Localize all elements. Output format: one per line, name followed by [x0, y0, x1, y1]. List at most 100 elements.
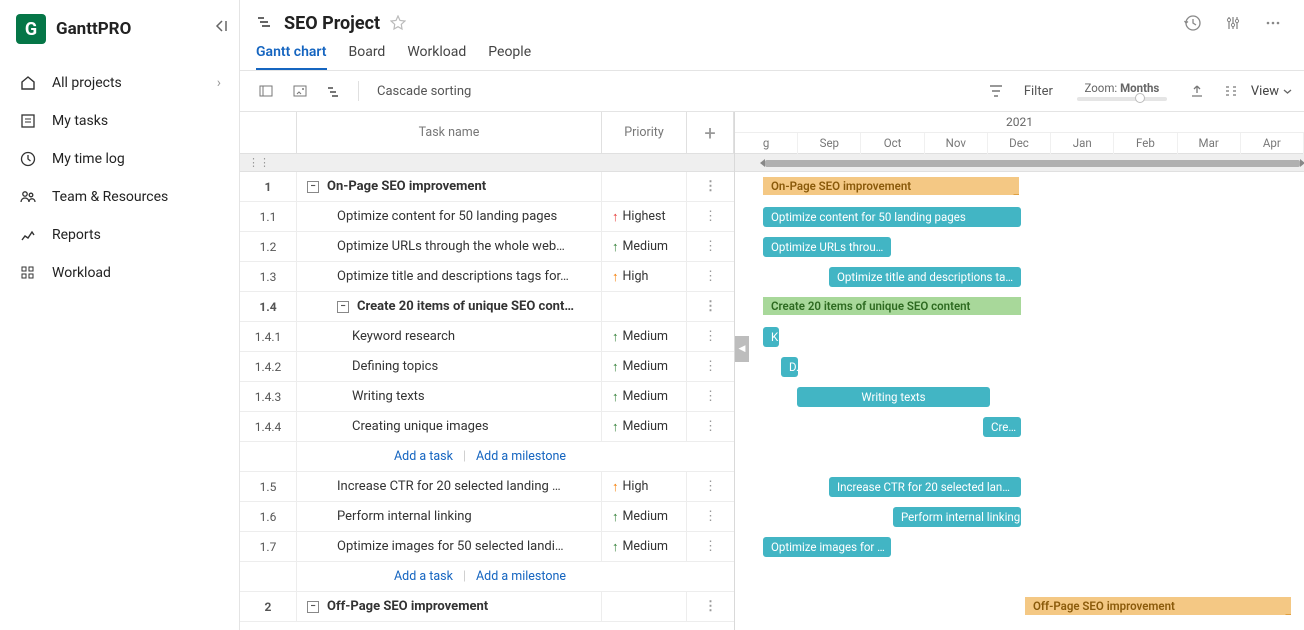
tab-gantt-chart[interactable]: Gantt chart [256, 44, 327, 70]
priority-cell[interactable]: ↑Medium [602, 322, 687, 351]
priority-cell[interactable]: ↑Medium [602, 502, 687, 531]
gantt-bar[interactable]: Optimize title and descriptions ta… [829, 267, 1021, 287]
collapse-grid-handle[interactable]: ◀ [735, 336, 749, 362]
gantt-bar[interactable]: D. [781, 357, 798, 377]
task-name-cell[interactable]: Optimize images for 50 selected landi… [297, 532, 602, 561]
task-name-cell[interactable]: Optimize URLs through the whole web… [297, 232, 602, 261]
row-menu-icon[interactable]: ⋮ [687, 352, 734, 381]
collapse-toggle[interactable]: − [307, 181, 319, 193]
collapse-toggle[interactable]: − [337, 301, 349, 313]
nav-item-my-tasks[interactable]: My tasks [0, 102, 239, 140]
task-row[interactable]: 1.4.1Keyword research↑Medium⋮ [240, 322, 734, 352]
priority-cell[interactable]: ↑Medium [602, 352, 687, 381]
task-row[interactable]: 2−Off-Page SEO improvement⋮ [240, 592, 734, 622]
more-icon[interactable] [1258, 10, 1288, 36]
row-menu-icon[interactable]: ⋮ [687, 472, 734, 501]
row-menu-icon[interactable]: ⋮ [687, 292, 734, 321]
row-menu-icon[interactable]: ⋮ [687, 322, 734, 351]
task-row[interactable]: 1.1Optimize content for 50 landing pages… [240, 202, 734, 232]
gantt-bar[interactable]: Off-Page SEO improvement [1025, 597, 1291, 615]
task-name-cell[interactable]: Optimize title and descriptions tags for… [297, 262, 602, 291]
filter-icon[interactable] [982, 77, 1010, 105]
history-icon[interactable] [1178, 10, 1208, 36]
row-menu-icon[interactable]: ⋮ [687, 592, 734, 621]
task-row[interactable]: 1.7Optimize images for 50 selected landi… [240, 532, 734, 562]
gantt-bar[interactable]: Cre… [983, 417, 1021, 437]
gantt-bar[interactable]: Optimize content for 50 landing pages [763, 207, 1021, 227]
gantt-bar[interactable]: On-Page SEO improvement [763, 177, 1019, 195]
task-name-cell[interactable]: Keyword research [297, 322, 602, 351]
row-menu-icon[interactable]: ⋮ [687, 172, 734, 201]
nav-item-workload[interactable]: Workload [0, 254, 239, 292]
priority-cell[interactable]: ↑Medium [602, 382, 687, 411]
priority-cell[interactable] [602, 172, 687, 201]
task-name-cell[interactable]: Defining topics [297, 352, 602, 381]
add-milestone-link[interactable]: Add a milestone [476, 449, 566, 464]
nav-item-reports[interactable]: Reports [0, 216, 239, 254]
collapse-toggle[interactable]: − [307, 601, 319, 613]
settings-icon[interactable] [1218, 10, 1248, 36]
task-row[interactable]: 1.4−Create 20 items of unique SEO cont…⋮ [240, 292, 734, 322]
gantt-bar[interactable]: Perform internal linking [893, 507, 1021, 527]
baseline-icon[interactable] [1217, 77, 1245, 105]
zoom-control[interactable]: Zoom: Months [1077, 81, 1167, 101]
task-name-cell[interactable]: −On-Page SEO improvement [297, 172, 602, 201]
task-row[interactable]: 1.4.2Defining topics↑Medium⋮ [240, 352, 734, 382]
row-menu-icon[interactable]: ⋮ [687, 412, 734, 441]
priority-cell[interactable] [602, 292, 687, 321]
priority-cell[interactable]: ↑Medium [602, 232, 687, 261]
task-name-cell[interactable]: Creating unique images [297, 412, 602, 441]
add-milestone-link[interactable]: Add a milestone [476, 569, 566, 584]
tab-workload[interactable]: Workload [407, 44, 466, 70]
tab-board[interactable]: Board [349, 44, 386, 70]
view-button[interactable]: View [1251, 84, 1292, 99]
nav-item-my-time-log[interactable]: My time log [0, 140, 239, 178]
task-name-cell[interactable]: Writing texts [297, 382, 602, 411]
add-task-link[interactable]: Add a task [394, 449, 453, 464]
row-menu-icon[interactable]: ⋮ [687, 232, 734, 261]
row-menu-icon[interactable]: ⋮ [687, 532, 734, 561]
priority-cell[interactable]: ↑High [602, 472, 687, 501]
add-column-button[interactable]: + [687, 112, 734, 153]
task-row[interactable]: 1.4.3Writing texts↑Medium⋮ [240, 382, 734, 412]
gantt-bar[interactable]: K. [763, 327, 779, 347]
task-name-cell[interactable]: Perform internal linking [297, 502, 602, 531]
toolbar-btn-1[interactable] [252, 77, 280, 105]
gantt-bar[interactable]: Increase CTR for 20 selected lan… [829, 477, 1021, 497]
gantt-bar[interactable]: Optimize images for … [763, 537, 891, 557]
gantt-bar[interactable]: Writing texts [797, 387, 990, 407]
task-name-cell[interactable]: Increase CTR for 20 selected landing … [297, 472, 602, 501]
priority-cell[interactable]: ↑Medium [602, 532, 687, 561]
task-name-cell[interactable]: −Off-Page SEO improvement [297, 592, 602, 621]
task-row[interactable]: 1.6Perform internal linking↑Medium⋮ [240, 502, 734, 532]
drag-handle-row[interactable]: ⋮⋮ [240, 154, 734, 172]
toolbar-btn-2[interactable] [286, 77, 314, 105]
row-menu-icon[interactable]: ⋮ [687, 382, 734, 411]
export-icon[interactable] [1183, 77, 1211, 105]
filter-button[interactable]: Filter [1016, 84, 1061, 99]
nav-item-all-projects[interactable]: All projects› [0, 64, 239, 102]
row-menu-icon[interactable]: ⋮ [687, 262, 734, 291]
favorite-star-icon[interactable] [390, 15, 406, 31]
priority-cell[interactable]: ↑Highest [602, 202, 687, 231]
nav-item-team-resources[interactable]: Team & Resources [0, 178, 239, 216]
task-name-cell[interactable]: Optimize content for 50 landing pages [297, 202, 602, 231]
task-name-cell[interactable]: −Create 20 items of unique SEO cont… [297, 292, 602, 321]
timeline-scrollbar[interactable] [765, 160, 1300, 167]
task-row[interactable]: 1.5Increase CTR for 20 selected landing … [240, 472, 734, 502]
tab-people[interactable]: People [488, 44, 531, 70]
gantt-bar[interactable]: Optimize URLs throu… [763, 237, 891, 257]
task-row[interactable]: 1.3Optimize title and descriptions tags … [240, 262, 734, 292]
toolbar-btn-3[interactable] [320, 77, 348, 105]
priority-cell[interactable]: ↑High [602, 262, 687, 291]
cascade-sorting-button[interactable]: Cascade sorting [369, 84, 479, 99]
priority-cell[interactable] [602, 592, 687, 621]
add-task-link[interactable]: Add a task [394, 569, 453, 584]
gantt-bar[interactable]: Create 20 items of unique SEO content [763, 297, 1021, 315]
collapse-sidebar-icon[interactable] [213, 18, 229, 34]
row-menu-icon[interactable]: ⋮ [687, 502, 734, 531]
priority-cell[interactable]: ↑Medium [602, 412, 687, 441]
task-row[interactable]: 1.4.4Creating unique images↑Medium⋮ [240, 412, 734, 442]
task-row[interactable]: 1−On-Page SEO improvement⋮ [240, 172, 734, 202]
task-row[interactable]: 1.2Optimize URLs through the whole web…↑… [240, 232, 734, 262]
